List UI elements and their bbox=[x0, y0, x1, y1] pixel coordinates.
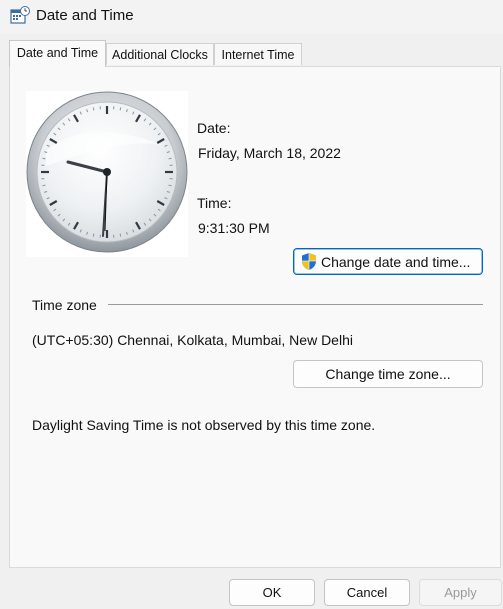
uac-shield-icon bbox=[300, 252, 318, 271]
time-label: Time: bbox=[197, 195, 232, 211]
ok-button[interactable]: OK bbox=[229, 579, 315, 606]
apply-button[interactable]: Apply bbox=[419, 579, 502, 606]
change-date-and-time-label: Change date and time... bbox=[321, 254, 471, 270]
minute-tick bbox=[119, 233, 122, 237]
change-time-zone-button[interactable]: Change time zone... bbox=[293, 360, 483, 388]
time-zone-group-label: Time zone bbox=[32, 297, 97, 313]
date-value: Friday, March 18, 2022 bbox=[198, 145, 341, 161]
change-date-and-time-button[interactable]: Change date and time... bbox=[293, 248, 483, 275]
minute-tick bbox=[92, 233, 95, 237]
dst-note: Daylight Saving Time is not observed by … bbox=[32, 417, 376, 433]
minute-tick bbox=[168, 184, 172, 187]
date-time-icon bbox=[10, 6, 30, 26]
clock-center bbox=[103, 168, 111, 176]
cancel-button[interactable]: Cancel bbox=[324, 579, 410, 606]
minute-tick bbox=[168, 157, 172, 160]
time-zone-value: (UTC+05:30) Chennai, Kolkata, Mumbai, Ne… bbox=[32, 332, 353, 348]
date-label: Date: bbox=[197, 120, 231, 136]
analog-clock bbox=[26, 91, 188, 257]
minute-tick bbox=[92, 107, 95, 111]
minute-tick bbox=[42, 184, 46, 187]
tab-date-and-time[interactable]: Date and Time bbox=[9, 40, 106, 67]
minute-tick bbox=[42, 157, 46, 160]
tab-internet-time[interactable]: Internet Time bbox=[214, 43, 302, 65]
tab-additional-clocks[interactable]: Additional Clocks bbox=[106, 43, 214, 65]
tab-strip: Date and Time Additional Clocks Internet… bbox=[0, 34, 503, 68]
group-divider bbox=[108, 304, 483, 305]
time-value: 9:31:30 PM bbox=[198, 220, 270, 236]
minute-tick bbox=[119, 107, 122, 111]
window-title: Date and Time bbox=[36, 7, 134, 24]
title-bar[interactable]: Date and Time bbox=[0, 0, 503, 34]
